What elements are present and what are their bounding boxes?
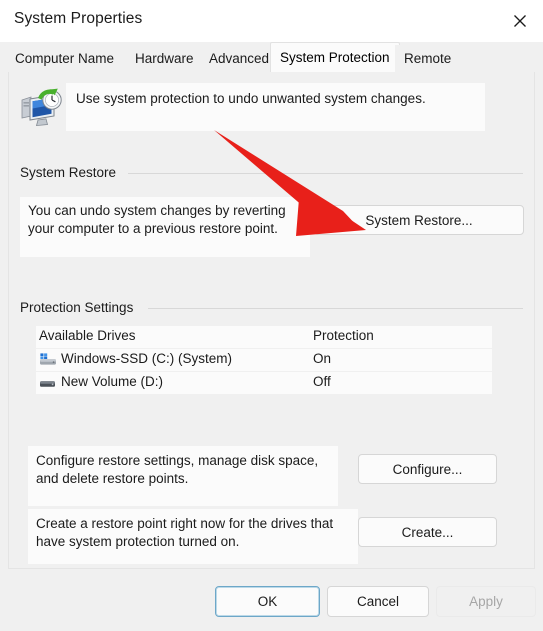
tab-computer-name[interactable]: Computer Name	[6, 45, 124, 72]
system-restore-group-rule	[128, 173, 523, 174]
tab-hardware[interactable]: Hardware	[126, 45, 203, 72]
configure-description-panel: Configure restore settings, manage disk …	[28, 446, 338, 506]
dialog-footer: OK Cancel Apply	[0, 570, 543, 631]
close-button[interactable]	[497, 0, 543, 42]
hard-drive-icon	[39, 376, 57, 390]
tab-strip: Computer Name Hardware Advanced System P…	[0, 42, 543, 72]
system-properties-dialog: System Properties Computer Name Hardware…	[0, 0, 543, 631]
system-restore-icon	[18, 86, 64, 128]
configure-description-line1: Configure restore settings, manage disk …	[36, 453, 319, 468]
configure-button[interactable]: Configure...	[358, 454, 497, 484]
drives-table[interactable]: Available Drives Protection Windows-SSD …	[36, 326, 492, 394]
table-row[interactable]: Windows-SSD (C:) (System) On	[36, 349, 492, 371]
create-button[interactable]: Create...	[358, 517, 497, 547]
system-restore-group-label: System Restore	[20, 165, 124, 180]
tab-label: Hardware	[135, 51, 194, 66]
drive-protection-cell[interactable]: On	[310, 349, 492, 371]
system-restore-description-line1: You can undo system changes by reverting	[28, 203, 286, 218]
close-icon	[512, 13, 528, 29]
system-restore-description-line2: your computer to a previous restore poin…	[28, 221, 278, 236]
tab-label: Computer Name	[15, 51, 115, 66]
windows-drive-icon	[39, 353, 57, 367]
ok-button[interactable]: OK	[215, 586, 320, 617]
title-bar: System Properties	[0, 0, 543, 42]
table-header-protection[interactable]: Protection	[310, 326, 492, 348]
protection-settings-group-rule	[148, 308, 523, 309]
column-header-label: Available Drives	[39, 328, 136, 343]
drive-name-cell[interactable]: Windows-SSD (C:) (System)	[36, 349, 308, 371]
tab-label: Advanced	[209, 51, 270, 66]
create-description-line2: have system protection turned on.	[36, 534, 240, 549]
apply-button: Apply	[436, 586, 536, 617]
drive-protection-cell[interactable]: Off	[310, 372, 492, 394]
drive-protection-label: Off	[313, 374, 331, 389]
drive-name-label: Windows-SSD (C:) (System)	[61, 351, 233, 366]
tab-label: Remote	[404, 51, 452, 66]
system-restore-button[interactable]: System Restore...	[314, 205, 524, 235]
create-description-line1: Create a restore point right now for the…	[36, 516, 334, 531]
system-restore-description-panel: You can undo system changes by reverting…	[20, 197, 310, 257]
tab-advanced[interactable]: Advanced	[200, 45, 279, 72]
tab-label: System Protection	[280, 50, 390, 65]
tab-system-protection[interactable]: System Protection	[270, 42, 400, 72]
drive-name-label: New Volume (D:)	[61, 374, 164, 389]
cancel-button[interactable]: Cancel	[327, 586, 429, 617]
info-panel: Use system protection to undo unwanted s…	[66, 83, 485, 131]
drive-name-cell[interactable]: New Volume (D:)	[36, 372, 308, 394]
table-header-row: Available Drives Protection	[36, 326, 492, 348]
table-header-available-drives[interactable]: Available Drives	[36, 326, 308, 348]
window-title: System Properties	[14, 10, 143, 27]
info-text: Use system protection to undo unwanted s…	[76, 91, 426, 106]
table-row[interactable]: New Volume (D:) Off	[36, 372, 492, 394]
tab-remote[interactable]: Remote	[395, 45, 461, 72]
column-header-label: Protection	[313, 328, 374, 343]
protection-settings-group-label: Protection Settings	[20, 300, 141, 315]
drive-protection-label: On	[313, 351, 332, 366]
create-description-panel: Create a restore point right now for the…	[28, 509, 358, 564]
configure-description-line2: and delete restore points.	[36, 471, 189, 486]
